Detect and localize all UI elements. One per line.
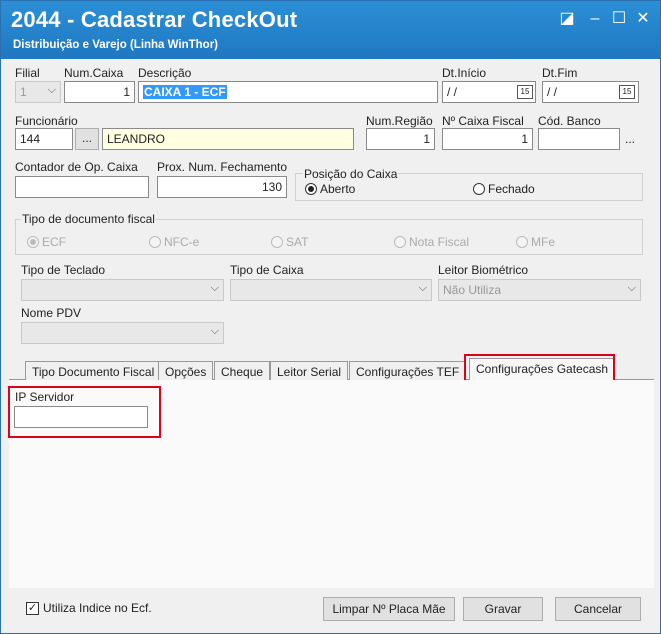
radio-nota-fiscal-label: Nota Fiscal [409, 235, 470, 249]
radio-unchecked-icon [394, 236, 406, 248]
radio-unchecked-icon [473, 183, 485, 195]
funcionario-label: Funcionário [15, 114, 78, 128]
radio-aberto-label: Aberto [320, 182, 356, 196]
radio-ecf[interactable]: ECF [27, 235, 66, 249]
leitor-biometrico-label: Leitor Biométrico [438, 263, 529, 277]
radio-fechado[interactable]: Fechado [473, 182, 535, 196]
radio-sat-label: SAT [286, 235, 309, 249]
descricao-value: CAIXA 1 - ECF [143, 85, 227, 99]
radio-mfe[interactable]: MFe [516, 235, 555, 249]
nome-pdv-label: Nome PDV [21, 306, 82, 320]
radio-unchecked-icon [149, 236, 161, 248]
cancelar-button[interactable]: Cancelar [555, 597, 641, 621]
restore-icon[interactable]: ◪ [557, 9, 577, 29]
radio-ecf-label: ECF [42, 235, 66, 249]
checkout-window: 2044 - Cadastrar CheckOut Distribuição e… [0, 0, 661, 634]
window-title: 2044 - Cadastrar CheckOut [11, 7, 298, 32]
highlight-ip-servidor [8, 386, 161, 438]
radio-nfce-label: NFC-e [164, 235, 200, 249]
num-regiao-input[interactable]: 1 [366, 128, 435, 150]
tipo-caixa-label: Tipo de Caixa [230, 263, 304, 277]
tab-opcoes[interactable]: Opções [158, 361, 214, 380]
radio-aberto[interactable]: Aberto [305, 182, 355, 196]
limpar-placa-mae-button[interactable]: Limpar Nº Placa Mãe [323, 597, 455, 621]
prox-num-fechamento-label: Prox. Num. Fechamento [157, 160, 288, 174]
tab-cheque[interactable]: Cheque [214, 361, 271, 380]
radio-sat[interactable]: SAT [271, 235, 308, 249]
dt-inicio-value: / / [447, 85, 458, 99]
contador-op-input[interactable] [15, 176, 149, 198]
funcionario-code-input[interactable]: 144 [15, 128, 73, 150]
radio-unchecked-icon [516, 236, 528, 248]
num-caixa-fiscal-input[interactable]: 1 [442, 128, 533, 150]
cod-banco-input[interactable] [538, 128, 620, 150]
maximize-icon[interactable]: ☐ [609, 9, 629, 29]
tipo-teclado-select[interactable]: ⌵ [21, 279, 224, 301]
nome-pdv-select[interactable]: ⌵ [21, 322, 224, 344]
num-regiao-label: Num.Região [366, 114, 433, 128]
tab-leitor-serial[interactable]: Leitor Serial [270, 361, 349, 380]
minimize-icon[interactable]: – [585, 9, 605, 29]
radio-unchecked-icon [271, 236, 283, 248]
num-caixa-fiscal-label: Nº Caixa Fiscal [442, 114, 524, 128]
filial-value: 1 [20, 85, 27, 99]
filial-select[interactable]: 1 ⌵ [15, 81, 61, 103]
tab-tipo-documento-fiscal[interactable]: Tipo Documento Fiscal [25, 361, 162, 380]
radio-fechado-label: Fechado [488, 182, 535, 196]
chevron-down-icon: ⌵ [210, 325, 219, 337]
dt-inicio-label: Dt.Início [442, 66, 487, 80]
prox-num-fechamento-input[interactable]: 130 [157, 176, 287, 198]
dt-fim-value: / / [547, 85, 558, 99]
chevron-down-icon: ⌵ [47, 84, 56, 96]
calendar-icon[interactable]: 15 [619, 85, 635, 99]
window-subtitle: Distribuição e Varejo (Linha WinThor) [13, 39, 219, 51]
calendar-icon[interactable]: 15 [517, 85, 533, 99]
posicao-caixa-label: Posição do Caixa [303, 167, 399, 181]
radio-checked-icon [305, 183, 317, 195]
tipo-teclado-label: Tipo de Teclado [21, 263, 106, 277]
descricao-label: Descrição [138, 66, 192, 80]
radio-mfe-label: MFe [531, 235, 555, 249]
filial-label: Filial [15, 66, 40, 80]
utiliza-indice-label: Utiliza Indice no Ecf. [43, 601, 152, 615]
close-icon[interactable]: ✕ [633, 9, 653, 29]
title-bar: 2044 - Cadastrar CheckOut Distribuição e… [1, 1, 660, 59]
num-caixa-input[interactable]: 1 [64, 81, 135, 103]
radio-nota-fiscal[interactable]: Nota Fiscal [394, 235, 469, 249]
chevron-down-icon: ⌵ [627, 282, 636, 294]
gravar-button[interactable]: Gravar [463, 597, 543, 621]
funcionario-name-field: LEANDRO [102, 128, 354, 150]
cod-banco-label: Cód. Banco [538, 114, 601, 128]
checkmark-icon: ✓ [27, 602, 38, 614]
leitor-biometrico-value: Não Utiliza [443, 283, 502, 297]
descricao-input[interactable]: CAIXA 1 - ECF [138, 81, 438, 103]
tipo-caixa-select[interactable]: ⌵ [230, 279, 432, 301]
utiliza-indice-checkbox[interactable]: ✓ [26, 602, 39, 615]
cod-banco-lookup-button[interactable]: ... [625, 132, 635, 146]
contador-op-label: Contador de Op. Caixa [15, 160, 138, 174]
chevron-down-icon: ⌵ [210, 282, 219, 294]
tab-configuracoes-tef[interactable]: Configurações TEF [349, 361, 467, 380]
tipo-documento-fiscal-label: Tipo de documento fiscal [21, 212, 156, 226]
dt-fim-label: Dt.Fim [542, 66, 578, 80]
num-caixa-label: Num.Caixa [64, 66, 124, 80]
leitor-biometrico-select[interactable]: Não Utiliza ⌵ [438, 279, 641, 301]
radio-checked-icon [27, 236, 39, 248]
funcionario-lookup-button[interactable]: ... [75, 128, 99, 150]
chevron-down-icon: ⌵ [418, 282, 427, 294]
radio-nfce[interactable]: NFC-e [149, 235, 199, 249]
